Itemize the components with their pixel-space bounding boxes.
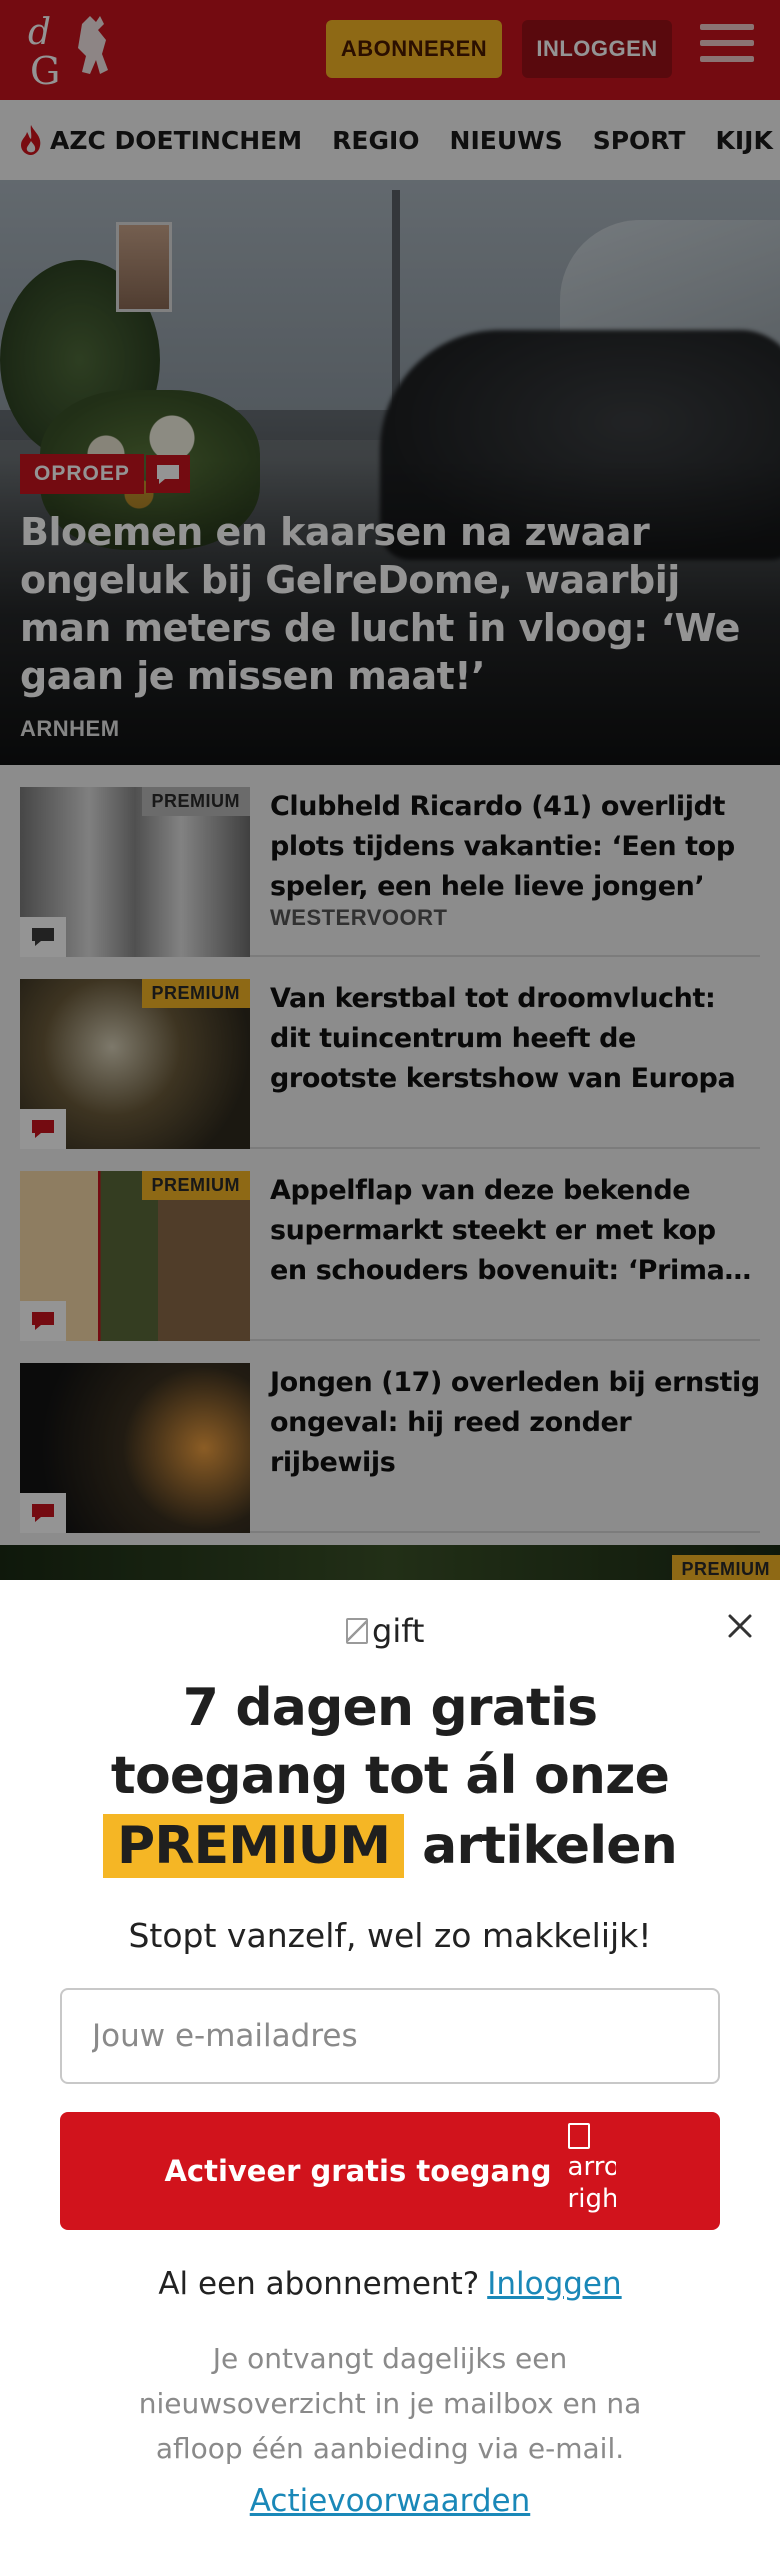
- premium-trial-modal: gift 7 dagen gratis toegang tot ál onze …: [0, 1580, 780, 2560]
- arrow-alt-text-2: righ: [567, 2184, 616, 2214]
- activate-button[interactable]: Activeer gratis toegang arro righ: [60, 2112, 720, 2230]
- modal-headline: 7 dagen gratis toegang tot ál onze: [0, 1674, 780, 1810]
- modal-headline-word: artikelen: [422, 1816, 678, 1876]
- broken-image-icon: [346, 1618, 368, 1644]
- modal-subtitle: Stopt vanzelf, wel zo makkelijk!: [128, 1916, 652, 1955]
- premium-highlight: PREMIUM: [103, 1814, 405, 1878]
- gift-alt-text: gift: [372, 1612, 425, 1650]
- arrow-right-icon: arro righ: [567, 2123, 616, 2219]
- arrow-alt-text-1: arro: [567, 2152, 616, 2182]
- newsletter-note: Je ontvangt dagelijks een nieuwsoverzich…: [138, 2342, 642, 2465]
- terms-link[interactable]: Actievoorwaarden: [0, 2483, 780, 2519]
- broken-image-icon: [567, 2123, 590, 2149]
- modal-headline-line-2: toegang tot ál onze: [110, 1746, 670, 1806]
- email-field[interactable]: [60, 1988, 720, 2084]
- modal-backdrop[interactable]: [0, 0, 780, 1580]
- modal-headline-line-1: 7 dagen gratis: [182, 1678, 598, 1738]
- gift-icon: gift: [346, 1612, 424, 1650]
- existing-subscription-text: Al een abonnement?: [158, 2266, 480, 2302]
- close-icon[interactable]: [720, 1606, 760, 1646]
- existing-subscription-line: Al een abonnement? Inloggen: [0, 2266, 780, 2302]
- activate-label: Activeer gratis toegang: [164, 2154, 552, 2188]
- modal-headline-line-3: PREMIUM artikelen: [0, 1814, 780, 1878]
- login-link[interactable]: Inloggen: [487, 2266, 621, 2302]
